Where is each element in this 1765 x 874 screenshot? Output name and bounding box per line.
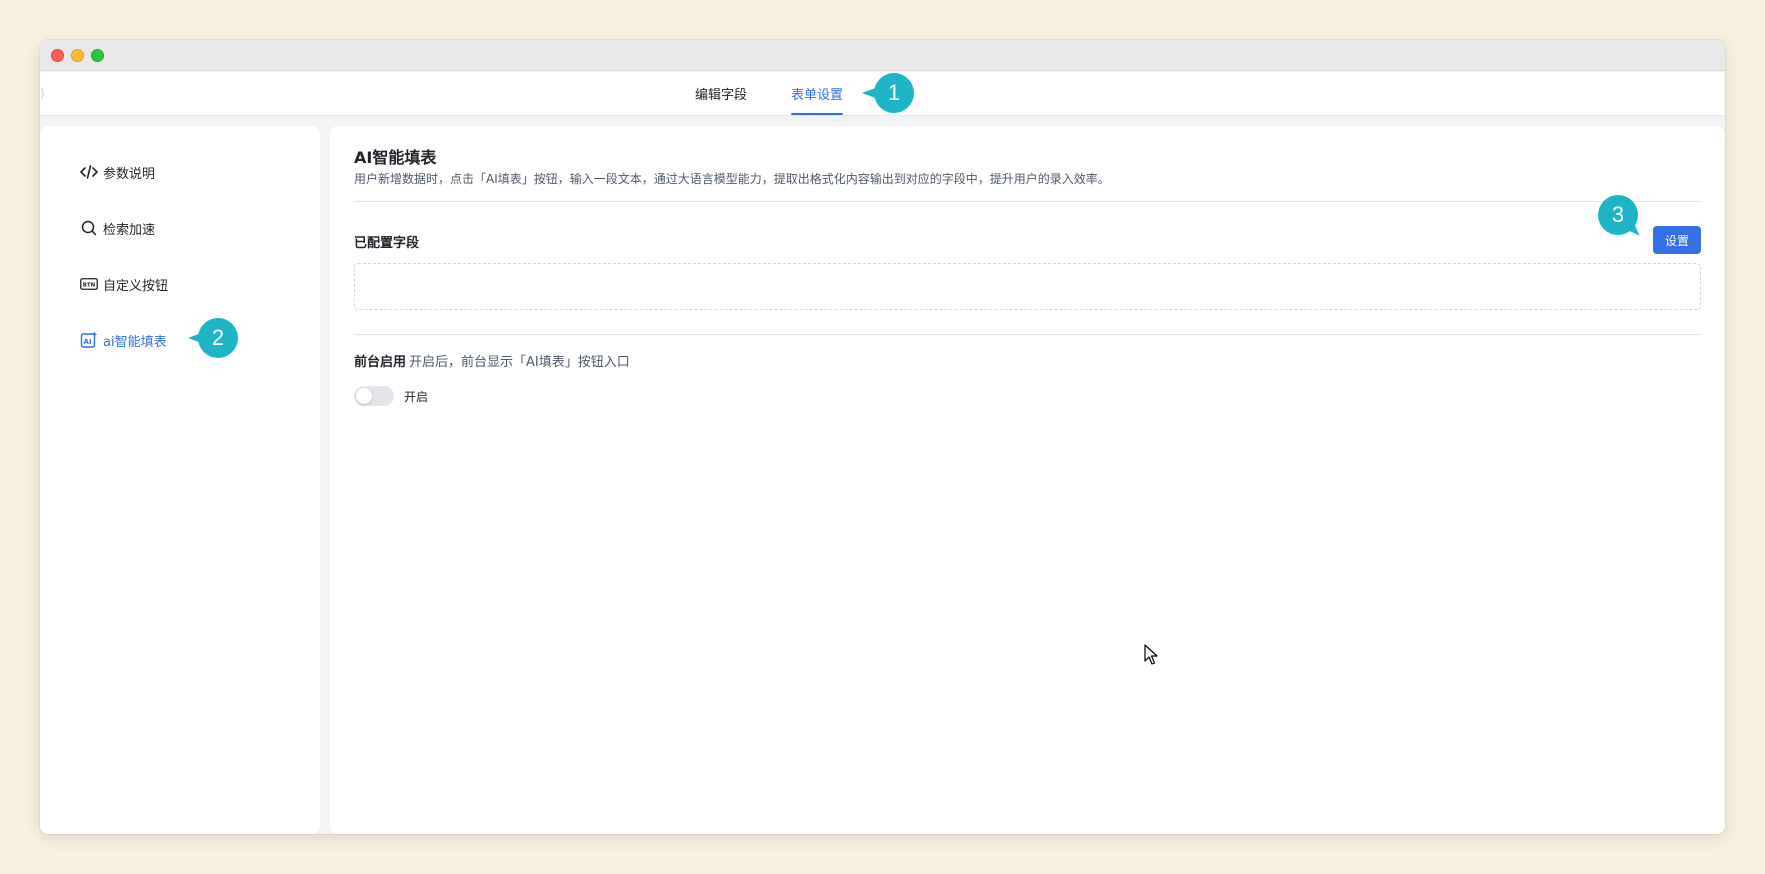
search-icon [80, 219, 98, 237]
ai-form-icon: AI [80, 331, 98, 349]
sidebar-item-custom-button[interactable]: BTN 自定义按钮 [80, 272, 168, 296]
tab-edit-fields[interactable]: 编辑字段 [695, 84, 747, 116]
sidebar-item-label: ai智能填表 [103, 334, 167, 350]
sidebar-item-label: 参数说明 [103, 166, 156, 182]
annotation-badge-1: 1 [874, 73, 914, 113]
configured-fields-box [354, 263, 1701, 310]
sidebar-item-params[interactable]: 参数说明 [80, 160, 155, 184]
svg-text:BTN: BTN [83, 282, 96, 288]
sidebar-item-label: 检索加速 [103, 222, 156, 238]
enable-toggle-row: 开启 [354, 386, 428, 406]
close-window-button[interactable] [51, 49, 64, 62]
btn-icon: BTN [80, 275, 98, 293]
divider [354, 201, 1701, 202]
main-panel: AI智能填表 用户新增数据时，点击「AI填表」按钮，输入一段文本，通过大语言模型… [330, 126, 1725, 834]
toggle-knob [356, 388, 372, 404]
annotation-badge-2: 2 [198, 318, 238, 358]
svg-text:AI: AI [83, 338, 91, 346]
front-enable-row: 前台启用 开启后，前台显示「AI填表」按钮入口 [354, 351, 630, 370]
page-description: 用户新增数据时，点击「AI填表」按钮，输入一段文本，通过大语言模型能力，提取出格… [354, 172, 1110, 186]
code-icon [80, 163, 98, 181]
settings-button[interactable]: 设置 [1653, 226, 1701, 254]
front-enable-label: 前台启用 [354, 355, 407, 370]
tab-form-settings[interactable]: 表单设置 [791, 84, 844, 116]
page-title: AI智能填表 [354, 148, 437, 167]
divider [354, 334, 1701, 335]
maximize-window-button[interactable] [91, 49, 104, 62]
toggle-label: 开启 [404, 389, 429, 404]
app-window: ) 编辑字段 表单设置 参数说明 检索加速 BTN 自定义按钮 AI ai智能填… [40, 40, 1725, 834]
settings-sidebar: 参数说明 检索加速 BTN 自定义按钮 AI ai智能填表 [40, 126, 320, 834]
mouse-cursor-icon [1144, 644, 1158, 670]
annotation-badge-3: 3 [1598, 195, 1638, 235]
sidebar-item-search-accel[interactable]: 检索加速 [80, 216, 155, 240]
configured-fields-label: 已配置字段 [354, 236, 420, 251]
sidebar-item-ai-form[interactable]: AI ai智能填表 [80, 328, 167, 352]
sidebar-item-label: 自定义按钮 [103, 278, 169, 294]
collapse-handle-icon[interactable]: ) [40, 86, 46, 104]
enable-toggle[interactable] [354, 386, 394, 406]
minimize-window-button[interactable] [71, 49, 84, 62]
front-enable-hint: 开启后，前台显示「AI填表」按钮入口 [409, 355, 630, 370]
title-bar [40, 40, 1725, 71]
